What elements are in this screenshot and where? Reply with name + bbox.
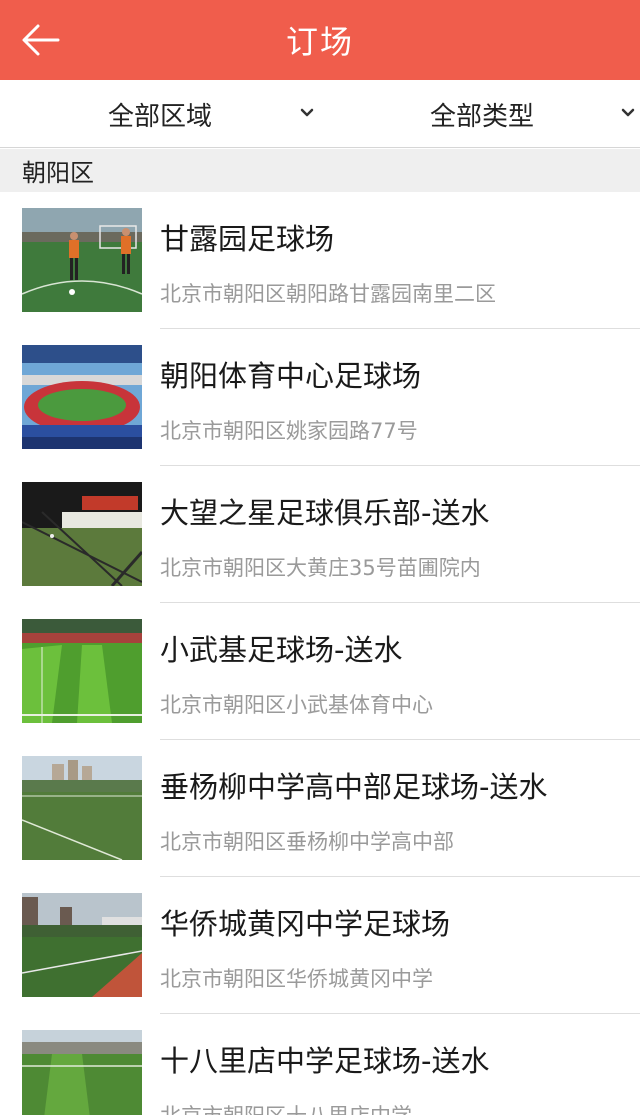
venue-address: 北京市朝阳区朝阳路甘露园南里二区	[160, 282, 496, 306]
venue-thumbnail	[22, 208, 142, 312]
type-filter-dropdown[interactable]: 全部类型	[430, 80, 534, 148]
chevron-down-icon[interactable]	[300, 107, 314, 119]
venue-name: 华侨城黄冈中学足球场	[160, 907, 451, 941]
venue-item[interactable]: 朝阳体育中心足球场 北京市朝阳区姚家园路77号	[0, 329, 640, 466]
area-filter-dropdown[interactable]: 全部区域	[108, 80, 212, 148]
venue-address: 北京市朝阳区小武基体育中心	[160, 693, 433, 717]
venue-thumbnail	[22, 345, 142, 449]
venue-name: 十八里店中学足球场-送水	[160, 1044, 490, 1078]
venue-name: 甘露园足球场	[160, 222, 335, 256]
section-header: 朝阳区	[0, 149, 640, 192]
filter-bar: 全部区域 全部类型	[0, 80, 640, 148]
venue-name: 大望之星足球俱乐部-送水	[160, 496, 490, 530]
venue-item[interactable]: 甘露园足球场 北京市朝阳区朝阳路甘露园南里二区	[0, 192, 640, 329]
venue-item[interactable]: 十八里店中学足球场-送水 北京市朝阳区十八里店中学	[0, 1014, 640, 1115]
venue-name: 小武基足球场-送水	[160, 633, 403, 667]
venue-address: 北京市朝阳区垂杨柳中学高中部	[160, 830, 454, 854]
venue-thumbnail	[22, 619, 142, 723]
venue-address: 北京市朝阳区大黄庄35号苗圃院内	[160, 556, 481, 580]
type-filter-label: 全部类型	[430, 101, 535, 132]
venue-name: 朝阳体育中心足球场	[160, 359, 422, 393]
venue-address: 北京市朝阳区姚家园路77号	[160, 419, 418, 443]
top-bar: 订场	[0, 0, 640, 80]
page-title: 订场	[285, 23, 354, 61]
venue-item[interactable]: 大望之星足球俱乐部-送水 北京市朝阳区大黄庄35号苗圃院内	[0, 466, 640, 603]
area-filter-label: 全部区域	[108, 101, 213, 132]
venue-item[interactable]: 小武基足球场-送水 北京市朝阳区小武基体育中心	[0, 603, 640, 740]
back-arrow-icon[interactable]	[18, 20, 66, 60]
venue-item[interactable]: 垂杨柳中学高中部足球场-送水 北京市朝阳区垂杨柳中学高中部	[0, 740, 640, 877]
venue-thumbnail	[22, 482, 142, 586]
venue-thumbnail	[22, 893, 142, 997]
venue-list: 甘露园足球场 北京市朝阳区朝阳路甘露园南里二区 朝阳体育中心足球场 北京市朝阳区…	[0, 192, 640, 1115]
district-label: 朝阳区	[22, 159, 94, 187]
venue-thumbnail	[22, 1030, 142, 1115]
venue-name: 垂杨柳中学高中部足球场-送水	[160, 770, 548, 804]
venue-item[interactable]: 华侨城黄冈中学足球场 北京市朝阳区华侨城黄冈中学	[0, 877, 640, 1014]
venue-address: 北京市朝阳区华侨城黄冈中学	[160, 967, 433, 991]
venue-address: 北京市朝阳区十八里店中学	[160, 1100, 412, 1115]
venue-thumbnail	[22, 756, 142, 860]
chevron-down-icon[interactable]	[621, 107, 635, 119]
